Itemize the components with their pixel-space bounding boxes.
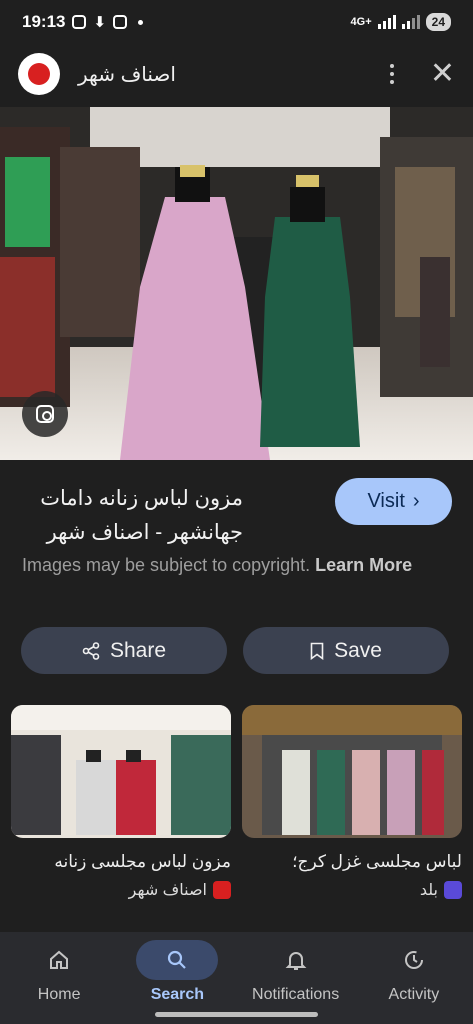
activity-clock-icon (373, 940, 455, 980)
chevron-right-icon: › (412, 490, 420, 512)
lens-icon (36, 405, 54, 423)
related-title[interactable]: مزون لباس مجلسی زنانه (11, 852, 231, 872)
bell-icon (255, 940, 337, 980)
site-name[interactable]: اصناف شهر (78, 62, 176, 87)
viewer-header: اصناف شهر ✕ (0, 48, 473, 100)
bottom-navigation: Home Search Notifications Activity (0, 932, 473, 1024)
related-source-name: اصناف شهر (128, 882, 207, 899)
share-icon (82, 641, 100, 660)
related-source: اصناف شهر (11, 880, 231, 900)
related-source: بلد (242, 880, 462, 900)
status-left: 19:13 ⬇ (22, 12, 144, 32)
nav-search[interactable]: Search (118, 932, 236, 1024)
main-image[interactable] (0, 107, 473, 460)
bookmark-icon (310, 642, 324, 660)
copyright-text: Images may be subject to copyright. (22, 555, 311, 575)
header-actions: ✕ (389, 59, 455, 89)
related-card[interactable]: لباس مجلسی غزل کرج؛ بلد (242, 705, 462, 900)
nav-notifications[interactable]: Notifications (237, 932, 355, 1024)
related-card[interactable]: مزون لباس مجلسی زنانه اصناف شهر (11, 705, 231, 900)
share-label: Share (109, 638, 167, 662)
related-image[interactable] (242, 705, 462, 838)
signal-icon (377, 15, 396, 29)
clock: 19:13 (22, 12, 66, 31)
related-photo (242, 705, 462, 838)
google-lens-button[interactable] (22, 391, 68, 437)
nav-notifications-label: Notifications (252, 986, 340, 1003)
gesture-bar (155, 1012, 318, 1017)
close-icon[interactable]: ✕ (430, 59, 455, 89)
notification-dot-icon (138, 19, 144, 25)
more-options-icon[interactable] (389, 64, 394, 84)
learn-more-link[interactable]: Learn More (315, 555, 412, 575)
battery-badge: 24 (425, 13, 451, 31)
status-right: 4G+ 24 (351, 13, 451, 31)
globe-icon (28, 63, 50, 85)
result-title[interactable]: مزون لباس زنانه دامات جهانشهر - اصناف شه… (13, 482, 243, 550)
nav-home-label: Home (37, 986, 81, 1003)
search-icon (136, 940, 219, 980)
instagram-icon-2 (113, 15, 128, 29)
related-image[interactable] (11, 705, 231, 838)
nav-home[interactable]: Home (0, 932, 118, 1024)
home-icon (18, 940, 100, 980)
network-type: 4G+ (350, 16, 372, 28)
save-label: Save (334, 638, 382, 662)
copyright-notice: Images may be subject to copyright. Lear… (22, 552, 442, 579)
visit-label: Visit (367, 490, 405, 512)
visit-button[interactable]: Visit › (335, 478, 452, 525)
related-photo (11, 705, 231, 838)
download-icon: ⬇ (93, 14, 107, 31)
nav-activity[interactable]: Activity (355, 932, 473, 1024)
boutique-photo (0, 107, 473, 460)
nav-search-label: Search (150, 986, 205, 1003)
nav-activity-label: Activity (388, 986, 440, 1003)
share-button[interactable]: Share (21, 627, 227, 674)
site-logo-icon[interactable] (18, 53, 60, 95)
signal-icon-2 (401, 15, 420, 29)
related-source-name: بلد (419, 882, 438, 899)
favicon-icon (444, 881, 462, 899)
favicon-icon (213, 881, 231, 899)
instagram-icon (72, 15, 87, 29)
save-button[interactable]: Save (243, 627, 449, 674)
status-bar: 19:13 ⬇ 4G+ 24 (0, 0, 473, 44)
related-title[interactable]: لباس مجلسی غزل کرج؛ (242, 852, 462, 872)
